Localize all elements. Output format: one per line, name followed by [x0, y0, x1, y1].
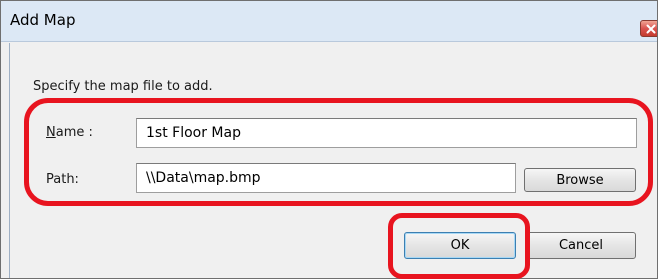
close-icon — [646, 24, 656, 33]
cancel-button[interactable]: Cancel — [526, 232, 636, 259]
dialog-title: Add Map — [10, 11, 76, 29]
close-button[interactable] — [640, 20, 657, 37]
path-label: Path: — [46, 172, 79, 187]
name-label: Name : — [46, 125, 93, 140]
path-field-value: \\Data\map.bmp — [146, 170, 261, 186]
name-label-rest: ame : — [55, 125, 93, 140]
path-field[interactable]: \\Data\map.bmp — [136, 163, 516, 193]
name-field-value: 1st Floor Map — [146, 125, 241, 141]
ok-button[interactable]: OK — [404, 232, 516, 259]
name-field[interactable]: 1st Floor Map — [136, 118, 637, 148]
browse-button[interactable]: Browse — [524, 168, 636, 192]
title-bar: Add Map — [1, 1, 657, 42]
ok-button-label: OK — [450, 238, 470, 253]
instruction-text: Specify the map file to add. — [33, 79, 213, 94]
browse-button-label: Browse — [556, 172, 604, 188]
cancel-button-label: Cancel — [558, 238, 604, 253]
